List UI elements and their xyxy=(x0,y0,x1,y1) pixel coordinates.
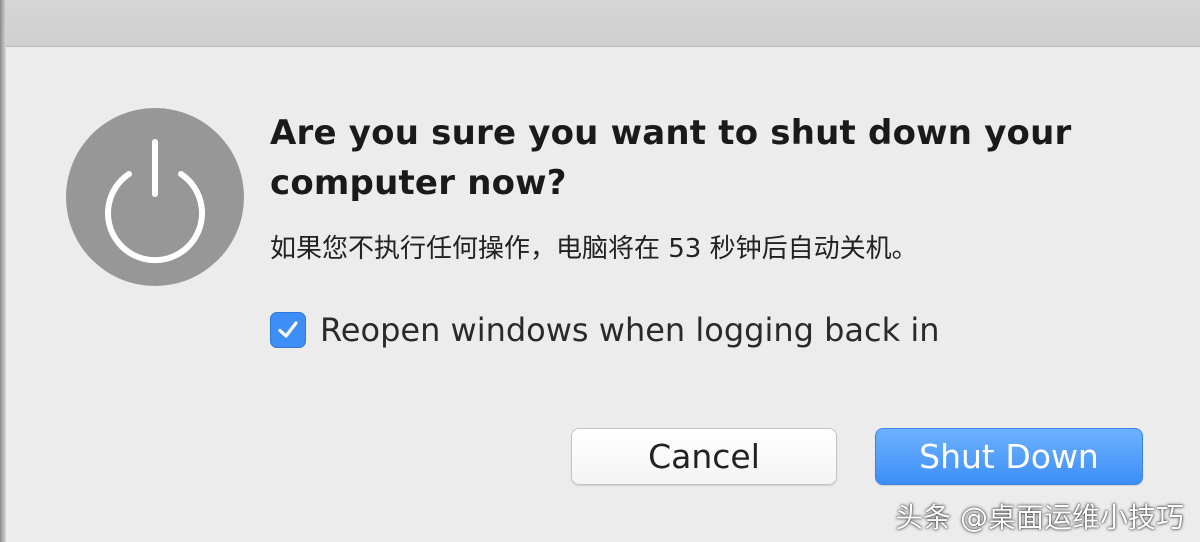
reopen-windows-option[interactable]: Reopen windows when logging back in xyxy=(270,308,940,352)
window-titlebar xyxy=(0,0,1200,47)
checkmark-icon xyxy=(278,321,298,338)
power-icon xyxy=(66,108,244,286)
shutdown-dialog: Are you sure you want to shut down your … xyxy=(0,0,1200,542)
window-edge xyxy=(0,0,6,542)
dialog-title: Are you sure you want to shut down your … xyxy=(270,113,1072,203)
cancel-button[interactable]: Cancel xyxy=(571,428,837,485)
shut-down-button[interactable]: Shut Down xyxy=(875,428,1143,485)
watermark-text: 头条 @桌面运维小技巧 xyxy=(895,501,1184,534)
reopen-windows-checkbox[interactable] xyxy=(270,312,306,348)
reopen-windows-label[interactable]: Reopen windows when logging back in xyxy=(320,311,940,349)
countdown-message: 如果您不执行任何操作，电脑将在 53 秒钟后自动关机。 xyxy=(270,234,918,264)
